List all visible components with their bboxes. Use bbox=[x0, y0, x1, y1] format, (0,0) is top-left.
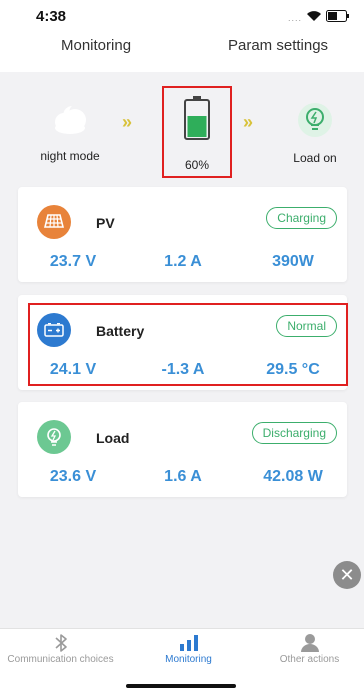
tab-param-settings[interactable]: Param settings bbox=[228, 37, 328, 54]
close-button[interactable]: ✕ bbox=[333, 561, 361, 589]
monitoring-content: night mode » 60% » Load on PV Charging 2… bbox=[0, 72, 364, 628]
pv-power: 390W bbox=[272, 253, 314, 270]
tab-monitoring-bottom[interactable]: Monitoring bbox=[128, 629, 249, 675]
load-on-node: Load on bbox=[280, 102, 350, 165]
tab-monitoring-label: Monitoring bbox=[165, 654, 212, 665]
bottom-tab-bar: Communication choices Monitoring Other a… bbox=[0, 628, 364, 674]
solar-panel-icon bbox=[37, 205, 71, 239]
night-mode-node: night mode bbox=[30, 102, 110, 163]
bar-chart-icon bbox=[178, 632, 200, 654]
battery-temperature: 29.5 °C bbox=[266, 361, 320, 378]
tab-communication-label: Communication choices bbox=[7, 654, 114, 665]
battery-name: Battery bbox=[96, 323, 145, 339]
battery-level-icon bbox=[184, 96, 210, 145]
battery-voltage: 24.1 V bbox=[49, 361, 97, 378]
pv-name: PV bbox=[96, 215, 115, 231]
tab-other-actions-label: Other actions bbox=[279, 654, 340, 665]
flow-arrow-left: » bbox=[122, 112, 132, 132]
battery-card[interactable]: Battery Normal 24.1 V -1.3 A 29.5 °C bbox=[18, 295, 347, 390]
status-bar: 4:38 .... bbox=[0, 0, 364, 28]
lightbulb-icon bbox=[297, 102, 333, 143]
load-current: 1.6 A bbox=[164, 468, 202, 485]
load-card[interactable]: Load Discharging 23.6 V 1.6 A 42.08 W bbox=[18, 402, 347, 497]
tab-communication-choices[interactable]: Communication choices bbox=[0, 629, 121, 675]
status-icons: .... bbox=[288, 9, 350, 27]
pv-voltage: 23.7 V bbox=[49, 253, 97, 270]
battery-icon bbox=[37, 313, 71, 347]
load-voltage: 23.6 V bbox=[49, 468, 97, 485]
close-icon: ✕ bbox=[339, 564, 355, 585]
lightbulb-icon bbox=[37, 420, 71, 454]
home-indicator bbox=[126, 684, 236, 688]
pv-status-badge: Charging bbox=[266, 207, 337, 229]
battery-status-badge: Normal bbox=[276, 315, 337, 337]
moon-cloud-icon bbox=[48, 102, 92, 141]
night-mode-label: night mode bbox=[40, 149, 100, 163]
battery-current: -1.3 A bbox=[161, 361, 205, 378]
pv-current: 1.2 A bbox=[164, 253, 202, 270]
tab-other-actions[interactable]: Other actions bbox=[249, 629, 364, 675]
battery-level-node: 60% bbox=[162, 86, 232, 178]
pv-card[interactable]: PV Charging 23.7 V 1.2 A 390W bbox=[18, 187, 347, 282]
load-power: 42.08 W bbox=[263, 468, 323, 485]
wifi-icon bbox=[306, 9, 322, 27]
load-name: Load bbox=[96, 430, 130, 446]
bluetooth-icon bbox=[54, 632, 68, 654]
battery-percent-label: 60% bbox=[184, 158, 210, 172]
user-icon bbox=[300, 632, 320, 654]
top-navigation: Monitoring Param settings bbox=[0, 28, 364, 72]
energy-flow: night mode » 60% » Load on bbox=[0, 72, 364, 182]
load-status-badge: Discharging bbox=[251, 422, 337, 444]
flow-arrow-right: » bbox=[243, 112, 253, 132]
battery-status-icon bbox=[326, 9, 350, 27]
signal-dots: .... bbox=[287, 13, 302, 23]
status-time: 4:38 bbox=[36, 8, 67, 25]
load-on-label: Load on bbox=[293, 151, 337, 165]
tab-monitoring[interactable]: Monitoring bbox=[61, 37, 131, 54]
